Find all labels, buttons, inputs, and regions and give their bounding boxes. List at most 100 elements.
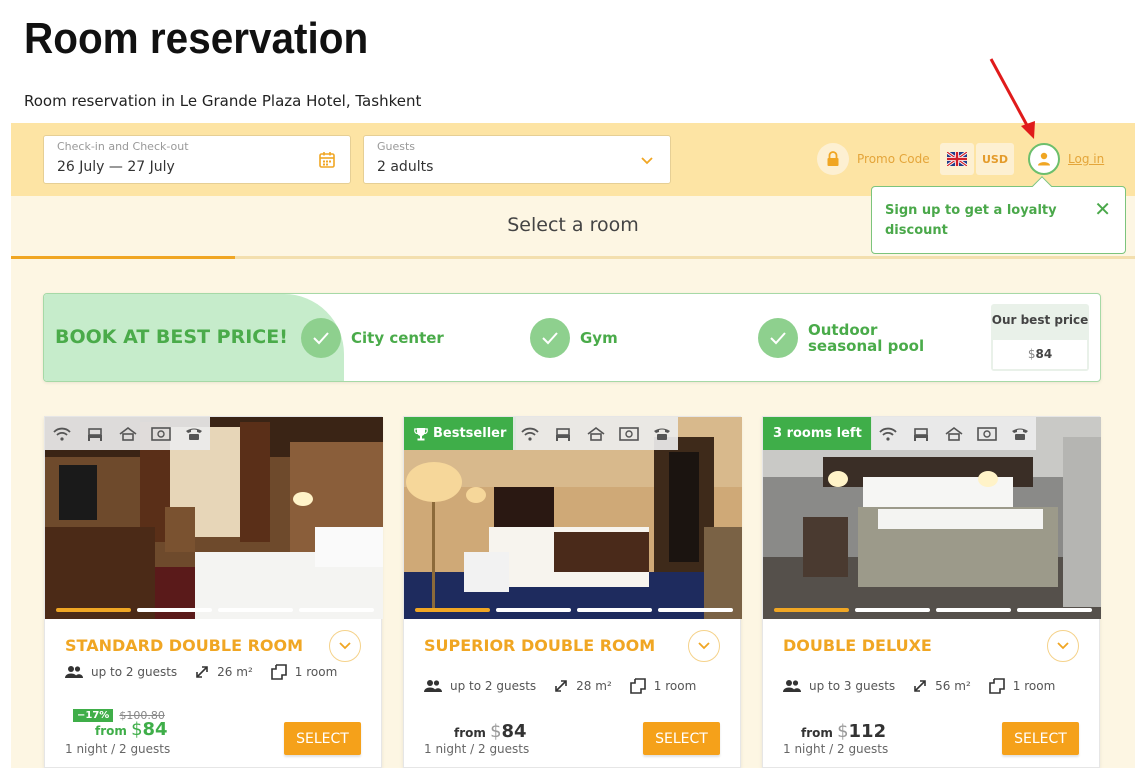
date-range-field[interactable]: Check-in and Check-out 26 July — 27 July (43, 135, 351, 184)
resize-icon (914, 680, 926, 692)
room-photo[interactable]: Bestseller (404, 417, 742, 619)
house-icon (111, 417, 144, 450)
phone-icon (177, 417, 210, 450)
wifi-icon (871, 417, 904, 450)
phone-icon (1003, 417, 1036, 450)
room-capacity: up to 3 guests (783, 679, 895, 693)
best-price-label: Our best price (991, 313, 1089, 327)
room-area: 56 m² (913, 679, 971, 693)
guests-icon (783, 680, 801, 692)
price-basis: 1 night / 2 guests (65, 742, 171, 756)
badge-label: 3 rooms left (773, 426, 862, 441)
room-icon (270, 664, 287, 680)
price-basis: 1 night / 2 guests (424, 742, 530, 756)
chevron-down-icon (641, 157, 653, 165)
tooltip-text: Sign up to get a loyalty discount (885, 203, 1057, 238)
room-name[interactable]: SUPERIOR DOUBLE ROOM (424, 636, 655, 655)
best-price-box: Our best price $84 (991, 304, 1089, 371)
amenities-bar (513, 417, 678, 450)
guests-icon (424, 680, 442, 692)
loyalty-tooltip: Sign up to get a loyalty discount ✕ (871, 176, 1126, 254)
guests-value: 2 adults (377, 159, 434, 175)
room-features: up to 2 guests 26 m² 1 room (65, 664, 355, 680)
feature-gym: Gym (530, 318, 618, 358)
room-card-superior-double: Bestseller SUPERIOR DOUBLE ROOM up to 2 … (403, 416, 742, 768)
safe-icon (144, 417, 177, 450)
login-link[interactable]: Log in (1068, 152, 1104, 166)
bed-icon (78, 417, 111, 450)
language-selector[interactable] (940, 143, 974, 175)
room-icon (988, 678, 1005, 694)
room-count: 1 room (629, 678, 696, 694)
feature-pool: Outdoor seasonal pool (758, 318, 948, 358)
room-card-standard-double: STANDARD DOUBLE ROOM up to 2 guests 26 m… (44, 416, 383, 768)
booking-widget: Check-in and Check-out 26 July — 27 July… (11, 123, 1135, 768)
room-name[interactable]: STANDARD DOUBLE ROOM (65, 636, 303, 655)
bed-icon (546, 417, 579, 450)
date-range-label: Check-in and Check-out (57, 140, 189, 153)
select-button[interactable]: SELECT (1002, 722, 1079, 755)
price-basis: 1 night / 2 guests (783, 742, 889, 756)
resize-icon (196, 666, 208, 678)
wifi-icon (513, 417, 546, 450)
room-icon (629, 678, 646, 694)
resize-icon (555, 680, 567, 692)
expand-button[interactable] (688, 630, 720, 662)
room-capacity: up to 2 guests (424, 679, 536, 693)
house-icon (579, 417, 612, 450)
photo-carousel-dots[interactable] (56, 608, 374, 612)
room-price: from $84 (95, 719, 168, 740)
chevron-down-icon (339, 642, 351, 650)
page: Room reservation Room reservation in Le … (0, 0, 1145, 768)
bed-icon (904, 417, 937, 450)
promo-code-button[interactable]: Promo Code (817, 143, 930, 175)
guests-field[interactable]: Guests 2 adults (363, 135, 671, 184)
select-button[interactable]: SELECT (643, 722, 720, 755)
expand-button[interactable] (1047, 630, 1079, 662)
photo-carousel-dots[interactable] (415, 608, 733, 612)
check-icon (530, 318, 570, 358)
room-features: up to 2 guests 28 m² 1 room (424, 678, 714, 694)
close-icon[interactable]: ✕ (1094, 199, 1111, 219)
feature-label: City center (351, 329, 444, 347)
page-title: Room reservation (24, 14, 369, 63)
room-area: 26 m² (195, 665, 253, 679)
room-capacity: up to 2 guests (65, 665, 177, 679)
guests-icon (65, 666, 83, 678)
select-button[interactable]: SELECT (284, 722, 361, 755)
room-card-double-deluxe: 3 rooms left DOUBLE DELUXE up to 3 guest… (762, 416, 1101, 768)
feature-label: Outdoor seasonal pool (808, 321, 925, 355)
amenities-bar (871, 417, 1036, 450)
badge-label: Bestseller (433, 426, 507, 441)
room-name[interactable]: DOUBLE DELUXE (783, 636, 932, 655)
bestseller-badge: Bestseller (404, 417, 517, 450)
trophy-icon (414, 427, 428, 440)
house-icon (937, 417, 970, 450)
check-icon (758, 318, 798, 358)
room-photo[interactable] (45, 417, 383, 619)
chevron-down-icon (1057, 642, 1069, 650)
room-features: up to 3 guests 56 m² 1 room (783, 678, 1073, 694)
best-price-banner: BOOK AT BEST PRICE! City center Gym Outd… (43, 293, 1101, 382)
room-count: 1 room (270, 664, 337, 680)
safe-icon (612, 417, 645, 450)
chevron-down-icon (698, 642, 710, 650)
expand-button[interactable] (329, 630, 361, 662)
room-photo[interactable]: 3 rooms left (763, 417, 1101, 619)
page-subtitle: Room reservation in Le Grande Plaza Hote… (24, 92, 422, 110)
date-range-value: 26 July — 27 July (57, 159, 175, 175)
promo-code-label: Promo Code (857, 152, 930, 166)
photo-carousel-dots[interactable] (774, 608, 1092, 612)
banner-title: BOOK AT BEST PRICE! (55, 326, 288, 348)
feature-city-center: City center (301, 318, 444, 358)
user-icon[interactable] (1028, 143, 1060, 175)
best-price-value: $84 (993, 340, 1087, 369)
amenities-bar (45, 417, 210, 450)
currency-selector[interactable]: USD (976, 143, 1014, 175)
room-price: from $112 (801, 721, 887, 742)
rooms-left-badge: 3 rooms left (763, 417, 872, 450)
feature-label: Gym (580, 329, 618, 347)
uk-flag-icon (947, 152, 967, 166)
room-price: from $84 (454, 721, 527, 742)
best-price-amount: 84 (1035, 347, 1053, 361)
